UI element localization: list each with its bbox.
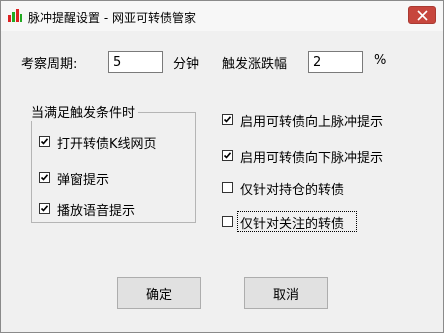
period-label: 考察周期: <box>21 57 78 72</box>
period-input[interactable] <box>108 51 163 73</box>
window-title: 脉冲提醒设置 - 网亚可转债管家 <box>28 11 196 25</box>
title-bar[interactable]: 脉冲提醒设置 - 网亚可转债管家 <box>1 1 443 31</box>
check-icon <box>40 174 49 181</box>
checkbox-box[interactable] <box>39 203 50 214</box>
checkbox-box[interactable] <box>222 216 233 227</box>
checkbox-box[interactable] <box>39 172 50 183</box>
checkbox-box[interactable] <box>222 114 233 125</box>
amplitude-label: 触发涨跌幅 <box>222 57 288 72</box>
settings-dialog: 脉冲提醒设置 - 网亚可转债管家 考察周期: 分钟 触发涨跌幅 % 当满足触发条… <box>0 0 444 333</box>
checkbox-box[interactable] <box>222 182 233 193</box>
period-unit: 分钟 <box>173 57 200 72</box>
ok-button[interactable]: 确定 <box>117 277 201 309</box>
checkbox-label[interactable]: 仅针对持仓的转债 <box>240 179 344 198</box>
checkbox-box[interactable] <box>39 136 50 147</box>
checkbox-box[interactable] <box>222 150 233 161</box>
amplitude-unit: % <box>374 53 387 68</box>
check-icon <box>223 116 232 123</box>
condition-group-title: 当满足触发条件时 <box>28 102 139 121</box>
amplitude-input[interactable] <box>308 51 363 73</box>
cancel-button[interactable]: 取消 <box>244 277 328 309</box>
app-bar-chart-icon <box>8 9 22 22</box>
checkbox-label[interactable]: 启用可转债向下脉冲提示 <box>240 147 383 166</box>
checkbox-label[interactable]: 播放语音提示 <box>57 200 135 219</box>
check-icon <box>223 152 232 159</box>
checkbox-label[interactable]: 启用可转债向上脉冲提示 <box>240 111 383 130</box>
close-icon <box>417 10 428 21</box>
close-button[interactable] <box>408 6 436 24</box>
focus-rectangle <box>237 211 357 232</box>
check-icon <box>40 205 49 212</box>
checkbox-label[interactable]: 打开转债K线网页 <box>57 133 157 152</box>
check-icon <box>40 138 49 145</box>
checkbox-label[interactable]: 弹窗提示 <box>57 169 109 188</box>
